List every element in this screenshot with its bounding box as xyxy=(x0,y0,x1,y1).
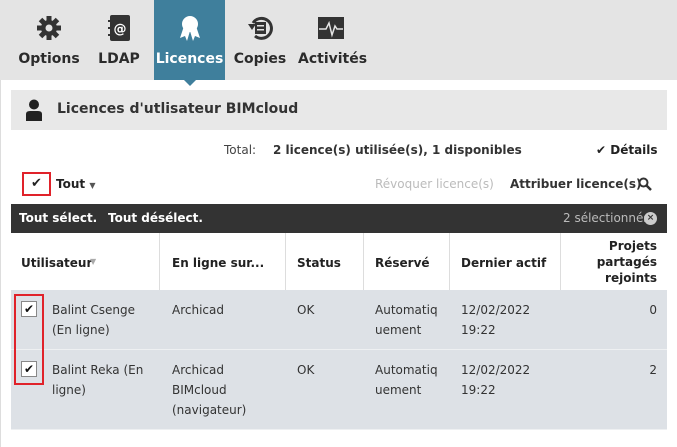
row-checkbox[interactable]: ✔ xyxy=(21,301,37,317)
cell-last-active: 12/02/2022 19:22 xyxy=(461,363,531,397)
col-label: En ligne sur... xyxy=(172,256,265,270)
page-title: Licences d'utlisateur BIMcloud xyxy=(57,101,299,117)
tab-label: Options xyxy=(18,51,80,67)
check-icon: ✔ xyxy=(31,176,42,191)
col-reserved[interactable]: Réservé xyxy=(364,233,450,290)
tab-options[interactable]: Options xyxy=(12,0,86,80)
cell-projects: 0 xyxy=(649,303,657,317)
deselect-all-link[interactable]: Tout désélect. xyxy=(108,211,203,225)
tab-label: Licences xyxy=(155,51,224,67)
total-label: Total: xyxy=(224,143,257,157)
tab-copies[interactable]: Copies xyxy=(233,0,287,80)
cell-status: OK xyxy=(297,303,315,317)
assign-button[interactable]: Attribuer licence(s) xyxy=(510,177,642,191)
col-user[interactable]: Utilisateur ▼ xyxy=(11,233,160,290)
check-icon: ✔ xyxy=(23,302,35,316)
cell-reserved: Automatiquement xyxy=(375,363,438,397)
divider xyxy=(0,80,1,447)
top-nav: Options @ LDAP Licences Copies Activités xyxy=(0,0,677,86)
address-book-icon: @ xyxy=(108,15,130,41)
caret-down-icon: ▼ xyxy=(89,181,96,190)
col-label: Utilisateur xyxy=(21,256,93,270)
table-row[interactable]: ✔ Balint Reka (En ligne) Archicad BIMclo… xyxy=(11,350,667,430)
tab-activites[interactable]: Activités xyxy=(298,0,368,80)
cell-online: Archicad BIMcloud (navigateur) xyxy=(172,363,247,417)
selection-bar: Tout sélect. Tout désélect. 2 sélectionn… xyxy=(11,204,667,233)
tab-label: Copies xyxy=(233,51,287,67)
search-icon[interactable] xyxy=(638,177,652,191)
section-header: Licences d'utlisateur BIMcloud xyxy=(11,90,667,130)
select-label: Tout xyxy=(56,177,86,191)
select-all-link[interactable]: Tout sélect. xyxy=(19,211,97,225)
tab-licences[interactable]: Licences xyxy=(154,0,225,86)
sort-icon: ▼ xyxy=(90,257,97,266)
table-row[interactable]: ✔ Balint Csenge (En ligne) Archicad OK A… xyxy=(11,290,667,350)
cell-last-active: 12/02/2022 19:22 xyxy=(461,303,531,337)
col-label: Réservé xyxy=(375,256,430,270)
check-icon: ✔ xyxy=(23,362,35,376)
select-all-checkbox[interactable]: ✔ xyxy=(22,172,51,196)
tab-label: LDAP xyxy=(98,51,140,67)
col-label: Projets partagés rejoints xyxy=(596,239,657,285)
col-status[interactable]: Status xyxy=(286,233,364,290)
revoke-button[interactable]: Révoquer licence(s) xyxy=(375,177,494,191)
clear-selection-icon[interactable]: × xyxy=(644,212,657,225)
cell-projects: 2 xyxy=(649,363,657,377)
check-icon: ✔ xyxy=(596,143,611,157)
tab-label: Activités xyxy=(298,51,368,67)
cell-online: Archicad xyxy=(172,303,224,317)
tab-ldap[interactable]: @ LDAP xyxy=(86,0,152,80)
svg-text:@: @ xyxy=(114,22,127,37)
user-icon xyxy=(26,99,42,121)
selected-count: 2 sélectionnés xyxy=(563,211,650,225)
activity-icon xyxy=(318,17,344,39)
total-value: 2 licence(s) utilisée(s), 1 disponibles xyxy=(273,143,522,157)
col-projects[interactable]: Projets partagés rejoints xyxy=(561,233,667,290)
col-online[interactable]: En ligne sur... xyxy=(160,233,286,290)
cell-user: Balint Reka (En ligne) xyxy=(52,363,144,397)
col-label: Dernier actif xyxy=(461,256,547,270)
row-checkbox[interactable]: ✔ xyxy=(21,361,37,377)
ribbon-icon xyxy=(179,16,200,41)
backup-icon xyxy=(248,16,273,40)
col-last-active[interactable]: Dernier actif xyxy=(450,233,561,290)
cell-reserved: Automatiquement xyxy=(375,303,438,337)
details-label: Détails xyxy=(610,143,658,157)
cell-status: OK xyxy=(297,363,315,377)
cell-user: Balint Csenge (En ligne) xyxy=(52,303,135,337)
select-dropdown[interactable]: Tout ▼ xyxy=(56,177,95,191)
gear-icon xyxy=(37,16,61,40)
details-toggle[interactable]: ✔ Détails xyxy=(596,143,658,157)
col-label: Status xyxy=(297,256,341,270)
